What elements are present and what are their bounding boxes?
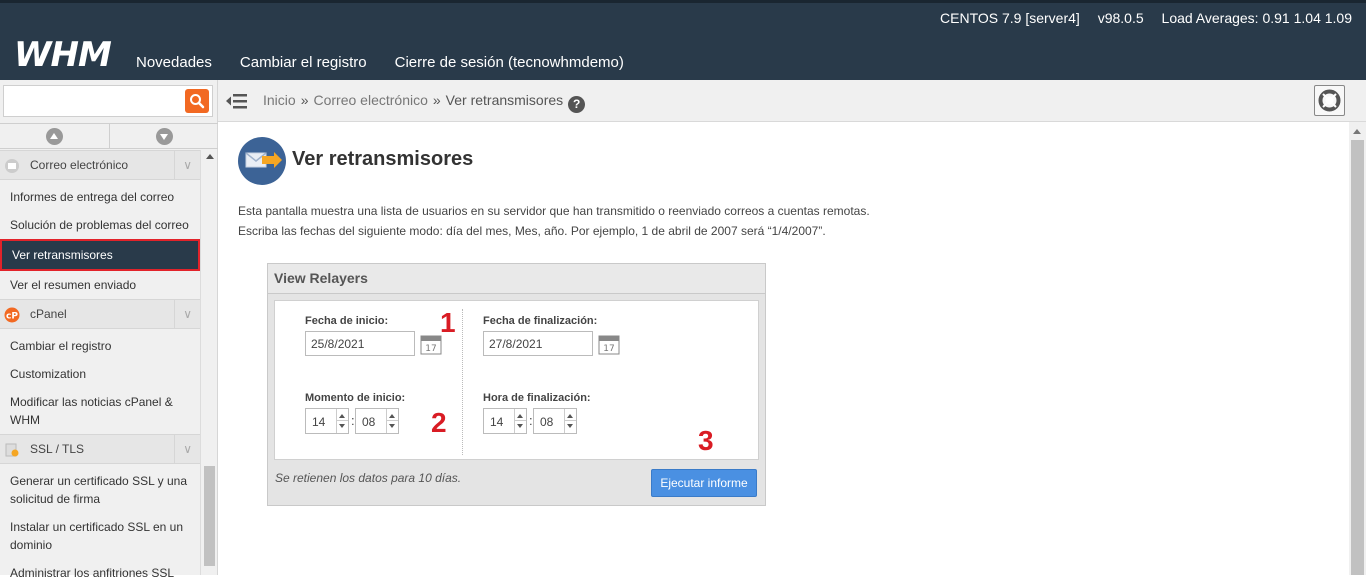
support-button[interactable] [1314,85,1345,116]
breadcrumb-bar: Inicio» Correo electrónico» Ver retransmis… [218,80,1366,122]
calendar-icon[interactable]: 17 [598,333,620,355]
mail-icon [5,159,19,173]
decrement-icon[interactable] [517,424,523,428]
category-email[interactable]: Correo electrónico ∨ [0,150,200,180]
sidebar-item-mail-troubleshooter[interactable]: Solución de problemas del correo [0,211,200,239]
scroll-down-button[interactable] [110,124,219,148]
system-info: CENTOS 7.9 [server4] v98.0.5 Load Averag… [926,10,1352,26]
column-divider [462,309,463,455]
calendar-icon[interactable]: 17 [420,333,442,355]
decrement-icon[interactable] [339,424,345,428]
decrement-icon[interactable] [567,424,573,428]
load-averages: Load Averages: 0.91 1.04 1.09 [1161,10,1352,26]
category-label: cPanel [30,307,67,321]
chevron-down-icon[interactable]: ∨ [174,151,192,179]
sidebar-scrollbar[interactable] [200,150,217,575]
relayers-page-icon [238,137,286,185]
panel-form: Fecha de inicio: 25/8/2021 17 Fecha de f… [274,300,759,460]
menu-collapse-icon[interactable] [226,92,248,110]
end-hour-value: 14 [490,415,504,429]
nav-logout[interactable]: Cierre de sesión (tecnowhmdemo) [395,54,624,71]
os-info: CENTOS 7.9 [server4] [940,10,1080,26]
certificate-icon [5,443,19,457]
page-description: Esta pantalla muestra una lista de usuar… [238,201,870,241]
sidebar-item-change-log[interactable]: Cambiar el registro [0,329,200,360]
start-minute-value: 08 [362,415,376,429]
lifebuoy-icon [1318,89,1341,112]
sidebar-item-manage-ssl-hosts[interactable]: Administrar los anfitriones SSL [0,559,200,587]
arrow-up-icon [46,128,63,145]
svg-text:17: 17 [425,344,436,354]
run-report-button[interactable]: Ejecutar informe [651,469,757,497]
start-time-label: Momento de inicio: [305,392,406,404]
sidebar-item-generate-ssl[interactable]: Generar un certificado SSL y una solicit… [0,464,200,513]
increment-icon[interactable] [389,414,395,418]
start-date-input[interactable]: 25/8/2021 [305,331,415,356]
chevron-down-icon[interactable]: ∨ [174,435,192,463]
cpanel-icon: cP [4,307,20,323]
annotation-2: 2 [431,407,447,438]
main-scrollbar[interactable] [1349,122,1366,575]
sidebar-item-sent-summary[interactable]: Ver el resumen enviado [0,271,200,299]
top-nav: Novedades Cambiar el registro Cierre de … [136,54,624,71]
sidebar-item-install-ssl[interactable]: Instalar un certificado SSL en un domini… [0,513,200,559]
start-hour-value: 14 [312,415,326,429]
start-hour-stepper[interactable]: 14 [305,408,349,434]
scroll-up-button[interactable] [0,124,110,148]
arrow-down-icon [155,128,173,145]
breadcrumb-home[interactable]: Inicio [263,92,296,108]
category-label: Correo electrónico [30,158,129,172]
page-title: Ver retransmisores [292,148,474,170]
category-ssl-tls[interactable]: SSL / TLS ∨ [0,434,200,464]
sidebar-scroll-thumb[interactable] [204,466,215,566]
svg-text:cP: cP [6,312,18,322]
end-hour-stepper[interactable]: 14 [483,408,527,434]
svg-text:17: 17 [603,344,614,354]
end-date-label: Fecha de finalización: [483,315,598,327]
increment-icon[interactable] [339,414,345,418]
main-scroll-thumb[interactable] [1351,140,1364,575]
sidebar-item-view-relayers[interactable]: Ver retransmisores [0,239,200,271]
breadcrumb-current: Ver retransmisores [445,92,564,108]
mail-forward-icon [245,152,282,168]
search-button[interactable] [185,89,209,113]
description-line-2: Escriba las fechas del siguiente modo: d… [238,224,826,238]
increment-icon[interactable] [567,414,573,418]
scroll-up-arrow-icon[interactable] [1353,129,1361,134]
sidebar: Correo electrónico ∨ Informes de entrega… [0,80,218,580]
increment-icon[interactable] [517,414,523,418]
category-cpanel[interactable]: cP cPanel ∨ [0,299,200,329]
annotation-3: 3 [698,425,714,456]
end-minute-stepper[interactable]: 08 [533,408,577,434]
description-line-1: Esta pantalla muestra una lista de usuar… [238,204,870,218]
decrement-icon[interactable] [389,424,395,428]
chevron-down-icon[interactable]: ∨ [174,300,192,328]
retention-note: Se retienen los datos para 10 días. [275,471,462,485]
search-input[interactable] [4,86,179,116]
panel-title: View Relayers [268,264,765,294]
breadcrumb-email[interactable]: Correo electrónico [313,92,427,108]
sidebar-menu: Correo electrónico ∨ Informes de entrega… [0,150,200,587]
sidebar-item-modify-news[interactable]: Modificar las noticias cPanel & WHM [0,388,200,434]
sidebar-item-customization[interactable]: Customization [0,360,200,388]
search-box [3,85,213,117]
category-label: SSL / TLS [30,442,85,456]
whm-logo[interactable]: WHM [14,35,112,75]
scroll-up-arrow-icon[interactable] [206,154,214,159]
end-minute-value: 08 [540,415,554,429]
start-date-label: Fecha de inicio: [305,315,389,327]
nav-change-log[interactable]: Cambiar el registro [240,54,367,71]
version-info: v98.0.5 [1097,10,1144,26]
annotation-1: 1 [440,307,456,338]
end-time-label: Hora de finalización: [483,392,591,404]
sidebar-scroll-arrows [0,123,218,149]
search-icon [190,94,205,109]
help-icon[interactable]: ? [568,96,586,113]
sidebar-item-delivery-reports[interactable]: Informes de entrega del correo [0,180,200,211]
start-minute-stepper[interactable]: 08 [355,408,399,434]
nav-novedades[interactable]: Novedades [136,54,212,71]
end-date-input[interactable]: 27/8/2021 [483,331,593,356]
breadcrumb: Inicio» Correo electrónico» Ver retransmis… [263,92,586,113]
top-header: WHM CENTOS 7.9 [server4] v98.0.5 Load Av… [0,0,1366,80]
